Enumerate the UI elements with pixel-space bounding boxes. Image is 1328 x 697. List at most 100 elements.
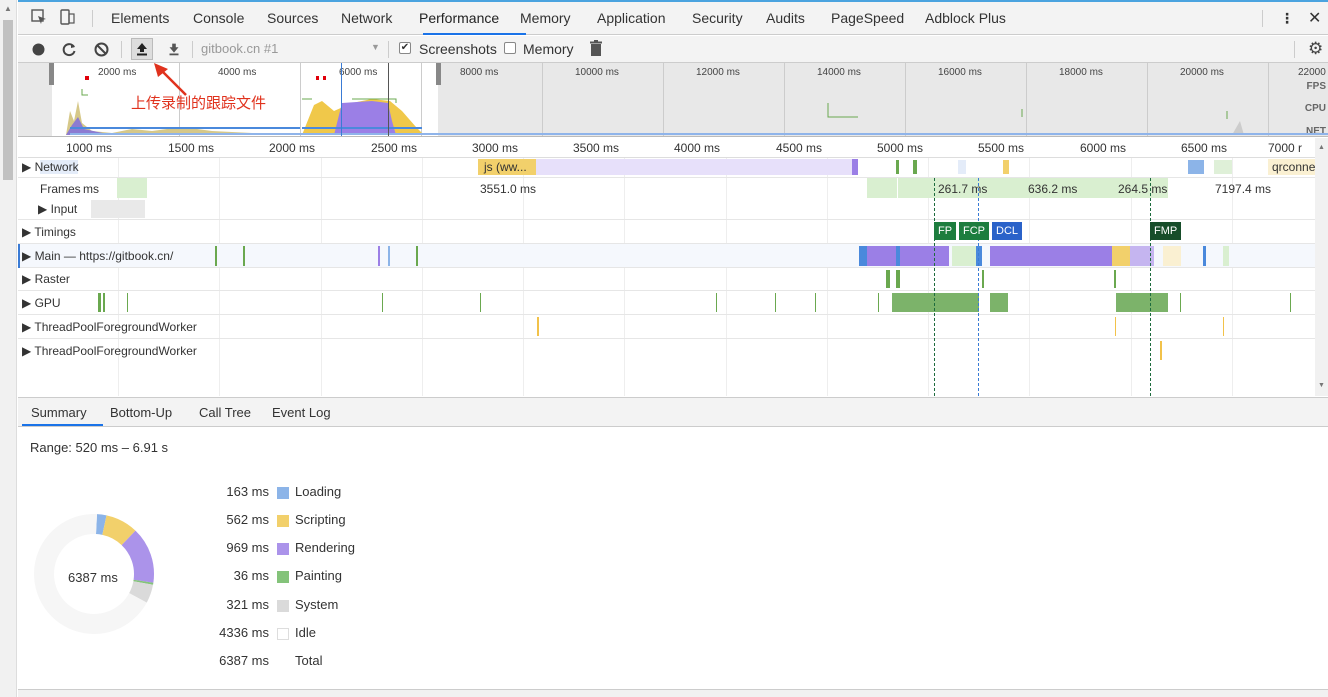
long-frame-marker	[85, 76, 89, 80]
dcl-marker[interactable]: DCL	[992, 222, 1023, 240]
tab-bottom-up[interactable]: Bottom-Up	[110, 405, 172, 420]
fmp-marker[interactable]: FMP	[1150, 222, 1182, 240]
tab-adblock-plus[interactable]: Adblock Plus	[925, 10, 1006, 26]
raster-track-label[interactable]: ▶ Raster	[22, 272, 70, 286]
ruler-tick: 3500 ms	[573, 141, 620, 155]
tab-network[interactable]: Network	[341, 10, 392, 26]
chevron-right-icon: ▶	[22, 296, 35, 310]
clear-icon[interactable]	[94, 42, 109, 57]
tab-call-tree[interactable]: Call Tree	[199, 405, 251, 420]
frames-ms-label: ms	[83, 182, 99, 196]
divider	[1262, 10, 1263, 27]
main-track-label[interactable]: ▶ Main — https://gitbook.cn/	[22, 249, 174, 263]
tab-memory[interactable]: Memory	[520, 10, 571, 26]
overview-tick: 4000 ms	[218, 67, 257, 78]
overview-tick: 20000 ms	[1180, 67, 1224, 78]
frames-track[interactable]: Frames ms 3551.0 ms 261.7 ms 636.2 ms 26…	[18, 178, 1315, 200]
summary-legend-row: 321 ms System	[198, 597, 398, 615]
timeline-overview[interactable]: 2000 ms 4000 ms 6000 ms 8000 ms 10000 ms…	[18, 63, 1328, 137]
main-task[interactable]	[859, 246, 949, 266]
bottom-scrollbar[interactable]	[18, 689, 1328, 697]
timings-track[interactable]: ▶ Timings	[18, 220, 1315, 244]
gpu-track-label[interactable]: ▶ GPU	[22, 296, 61, 310]
profile-select[interactable]: gitbook.cn #1	[201, 41, 278, 56]
download-icon[interactable]	[165, 40, 183, 58]
tab-sources[interactable]: Sources	[267, 10, 318, 26]
overview-tick: 22000	[1298, 67, 1326, 78]
summary-category: Idle	[295, 625, 316, 640]
memory-checkbox[interactable]	[504, 42, 516, 54]
ruler-tick: 1500 ms	[168, 141, 215, 155]
main-thread-track[interactable]: ▶ Main — https://gitbook.cn/	[18, 244, 1315, 268]
scrollbar-thumb[interactable]	[3, 20, 13, 180]
input-track-label[interactable]: ▶ Input	[38, 202, 77, 216]
donut-center-label: 6387 ms	[68, 570, 118, 585]
page-scrollbar[interactable]: ▲	[0, 0, 17, 697]
tab-summary[interactable]: Summary	[31, 405, 87, 420]
screenshots-checkbox[interactable]: ✔	[399, 42, 411, 54]
scroll-up-arrow-icon[interactable]: ▲	[1318, 144, 1325, 151]
tab-pagespeed[interactable]: PageSpeed	[831, 10, 904, 26]
gpu-task[interactable]	[1116, 293, 1168, 312]
tab-performance[interactable]: Performance	[419, 10, 499, 26]
scroll-up-arrow-icon[interactable]: ▲	[4, 4, 12, 13]
tab-application[interactable]: Application	[597, 10, 666, 26]
fcp-marker[interactable]: FCP	[959, 222, 989, 240]
frame-time: 261.7 ms	[938, 182, 988, 196]
memory-label: Memory	[523, 41, 574, 57]
settings-gear-icon[interactable]: ⚙	[1308, 39, 1323, 59]
flame-chart-scrollbar[interactable]: ▲ ▼	[1315, 138, 1328, 396]
inspect-element-icon[interactable]	[30, 8, 48, 26]
summary-value: 4336 ms	[219, 625, 269, 640]
gpu-task[interactable]	[892, 293, 979, 312]
tab-audits[interactable]: Audits	[766, 10, 805, 26]
summary-panel: Range: 520 ms – 6.91 s 6387 ms 163 ms Loa…	[18, 428, 1328, 690]
input-track[interactable]: ▶ Input	[18, 200, 1315, 220]
network-track[interactable]: js (ww... qrconne ▶ Network	[18, 158, 1315, 178]
summary-category: Rendering	[295, 540, 355, 555]
fp-line	[934, 178, 935, 396]
record-icon[interactable]	[32, 43, 45, 56]
timings-track-label[interactable]: ▶ Timings	[22, 225, 76, 239]
time-ruler: 1000 ms 1500 ms 2000 ms 2500 ms 3000 ms …	[18, 138, 1328, 158]
legend-swatch	[277, 628, 289, 640]
frame-time: 264.5 ms	[1118, 182, 1168, 196]
thread-pool-worker-track[interactable]: ▶ ThreadPoolForegroundWorker	[18, 339, 1315, 363]
device-toolbar-icon[interactable]	[58, 8, 76, 26]
trash-icon[interactable]	[589, 40, 603, 57]
scroll-down-arrow-icon[interactable]: ▼	[1318, 382, 1325, 389]
fp-marker[interactable]: FP	[934, 222, 957, 240]
legend-swatch	[277, 571, 289, 583]
tab-console[interactable]: Console	[193, 10, 244, 26]
network-request-bar[interactable]	[536, 159, 852, 175]
tab-elements[interactable]: Elements	[111, 10, 169, 26]
summary-legend-row: 562 ms Scripting	[198, 512, 398, 530]
close-icon[interactable]: ✕	[1308, 8, 1321, 28]
chevron-right-icon: ▶	[22, 320, 35, 334]
load-profile-button[interactable]	[131, 38, 153, 60]
ruler-tick: 6000 ms	[1080, 141, 1127, 155]
network-track-label[interactable]: ▶ Network	[22, 160, 79, 174]
ruler-tick: 2000 ms	[269, 141, 316, 155]
network-request-label: js (ww...	[484, 160, 527, 174]
overview-tick: 2000 ms	[98, 67, 137, 78]
tab-event-log[interactable]: Event Log	[272, 405, 331, 420]
tab-security[interactable]: Security	[692, 10, 743, 26]
more-options-icon[interactable]: ⋮	[1280, 10, 1294, 27]
worker-track-label[interactable]: ▶ ThreadPoolForegroundWorker	[22, 320, 197, 334]
chevron-right-icon: ▶	[22, 249, 35, 263]
main-task[interactable]	[990, 246, 1112, 266]
worker-track-label[interactable]: ▶ ThreadPoolForegroundWorker	[22, 344, 197, 358]
flame-chart[interactable]: js (ww... qrconne ▶ Network Frames ms 35…	[18, 158, 1315, 396]
gpu-track[interactable]: ▶ GPU	[18, 291, 1315, 315]
cursor-line	[341, 63, 342, 136]
overview-tick: 8000 ms	[460, 67, 499, 78]
raster-track[interactable]: ▶ Raster	[18, 268, 1315, 291]
long-frame-marker	[323, 76, 326, 80]
thread-pool-worker-track[interactable]: ▶ ThreadPoolForegroundWorker	[18, 315, 1315, 339]
summary-category: Scripting	[295, 512, 346, 527]
chevron-down-icon[interactable]: ▼	[371, 42, 380, 52]
reload-record-icon[interactable]	[62, 42, 77, 57]
chevron-right-icon: ▶	[22, 272, 35, 286]
dcl-line	[978, 178, 979, 396]
